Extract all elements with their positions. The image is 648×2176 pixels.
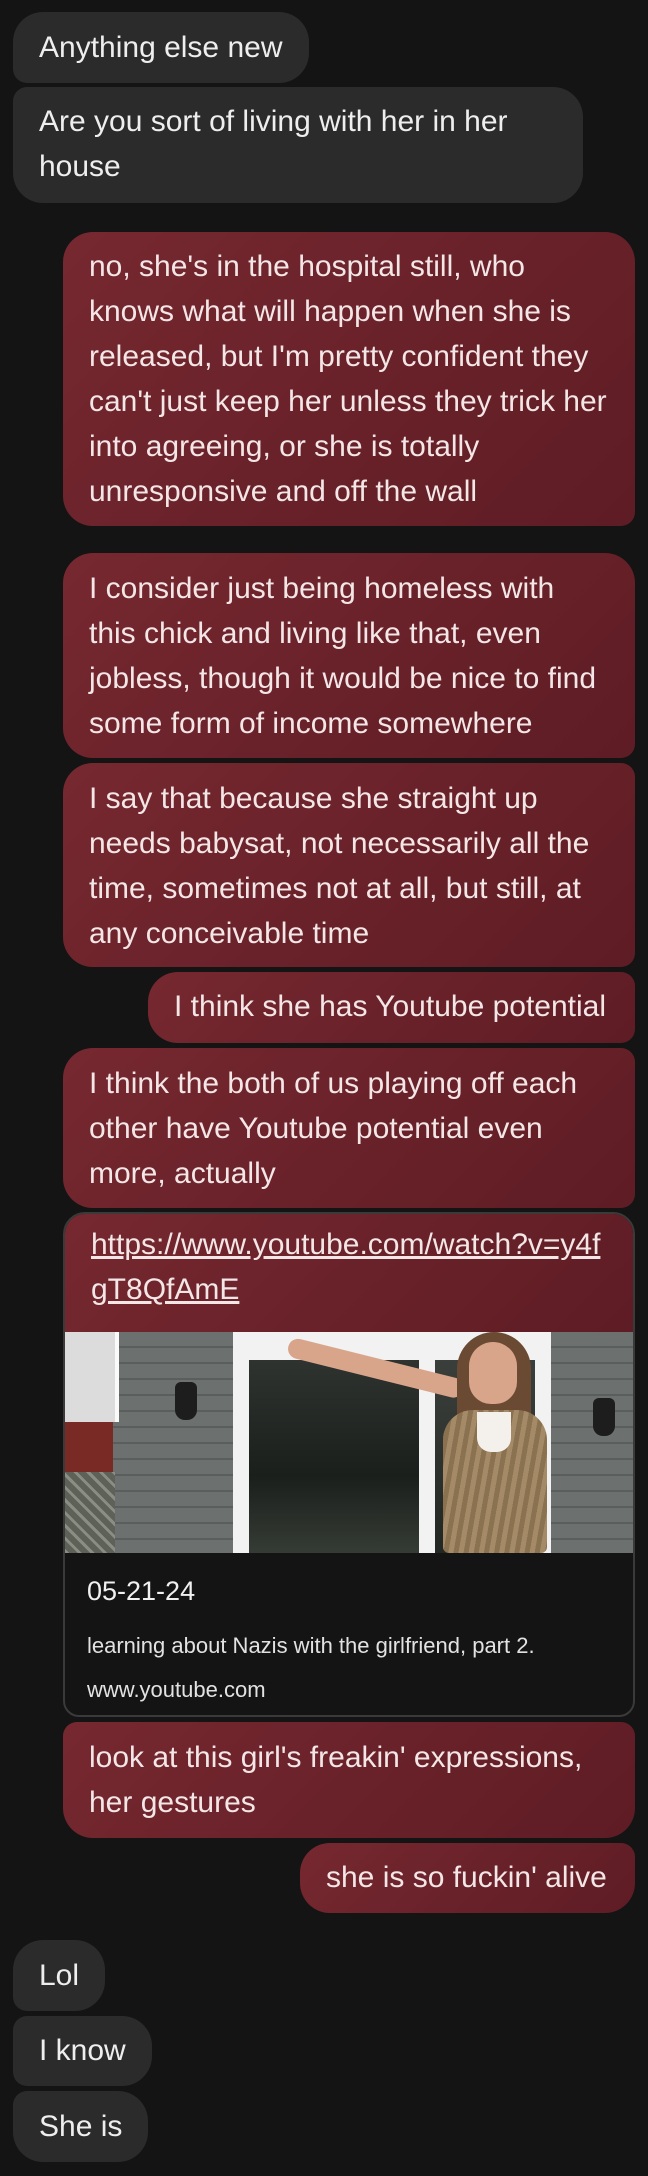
message-text: no, she's in the hospital still, who kno… (89, 250, 607, 508)
message-incoming[interactable]: I know (13, 2016, 152, 2086)
message-text: Anything else new (39, 31, 283, 64)
message-text: look at this girl's freakin' expressions… (89, 1741, 583, 1819)
thumbnail-lamp (593, 1398, 615, 1436)
link-preview-domain: www.youtube.com (87, 1677, 266, 1702)
message-text: Are you sort of living with her in her h… (39, 105, 508, 183)
link-preview-details: 05-21-24 learning about Nazis with the g… (65, 1553, 633, 1705)
message-text: I know (39, 2034, 126, 2067)
message-text: I think she has Youtube potential (174, 990, 607, 1023)
message-outgoing[interactable]: I consider just being homeless with this… (63, 553, 635, 758)
thumbnail-lamp (175, 1382, 197, 1420)
link-preview-card[interactable]: https://www.youtube.com/watch?v=y4fgT8Qf… (63, 1212, 635, 1717)
message-incoming[interactable]: Anything else new (13, 12, 309, 83)
thumbnail-window (65, 1332, 119, 1422)
thumbnail-person-face (469, 1342, 517, 1404)
message-outgoing[interactable]: I think the both of us playing off each … (63, 1048, 635, 1208)
message-text: I consider just being homeless with this… (89, 572, 596, 740)
thumbnail-person-shirt (477, 1412, 511, 1452)
message-incoming[interactable]: She is (13, 2091, 149, 2162)
youtube-link[interactable]: https://www.youtube.com/watch?v=y4fgT8Qf… (91, 1228, 600, 1306)
video-thumbnail[interactable] (65, 1332, 633, 1553)
message-text: she is so fuckin' alive (326, 1861, 607, 1894)
message-outgoing[interactable]: I think she has Youtube potential (148, 972, 635, 1043)
conversation-view[interactable]: Anything else new Are you sort of living… (0, 0, 648, 2176)
message-outgoing[interactable]: no, she's in the hospital still, who kno… (63, 232, 635, 526)
link-preview-title: 05-21-24 (87, 1576, 196, 1606)
message-incoming[interactable]: Lol (13, 1940, 106, 2011)
message-incoming[interactable]: Are you sort of living with her in her h… (13, 87, 583, 203)
message-outgoing[interactable]: I say that because she straight up needs… (63, 763, 635, 967)
thumbnail-door-glass (249, 1360, 419, 1553)
message-outgoing[interactable]: she is so fuckin' alive (300, 1843, 635, 1913)
message-outgoing[interactable]: look at this girl's freakin' expressions… (63, 1722, 635, 1838)
thumbnail-lattice (65, 1472, 115, 1553)
link-message: https://www.youtube.com/watch?v=y4fgT8Qf… (65, 1214, 633, 1332)
message-text: I think the both of us playing off each … (89, 1067, 578, 1190)
message-text: I say that because she straight up needs… (89, 782, 590, 950)
message-text: Lol (39, 1959, 80, 1992)
message-text: She is (39, 2110, 123, 2143)
link-preview-description: learning about Nazis with the girlfriend… (87, 1633, 535, 1658)
